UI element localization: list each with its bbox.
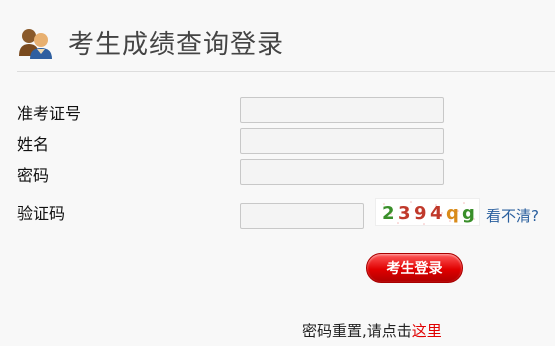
captcha-image[interactable]: 2394qg (375, 198, 480, 226)
password-reset-line: 密码重置,请点击这里 (302, 320, 442, 341)
captcha-char: 9 (414, 203, 427, 224)
refresh-captcha-link[interactable]: 看不清? (486, 205, 539, 226)
exam-id-label: 准考证号 (17, 104, 82, 123)
captcha-char: 2 (382, 203, 395, 224)
captcha-svg: 2394qg (382, 201, 475, 225)
captcha-input[interactable] (240, 203, 364, 229)
page-title: 考生成绩查询登录 (68, 30, 285, 60)
page-header: 考生成绩查询登录 (0, 0, 555, 72)
captcha-char: 4 (430, 203, 443, 224)
password-input[interactable] (240, 159, 444, 185)
name-label: 姓名 (17, 135, 50, 154)
captcha-char: q (446, 203, 459, 224)
password-label: 密码 (17, 166, 50, 185)
name-input[interactable] (240, 128, 444, 154)
captcha-char: 3 (398, 203, 411, 224)
reset-text: 密码重置,请点击 (302, 322, 412, 340)
login-button[interactable]: 考生登录 (366, 253, 463, 283)
reset-link[interactable]: 这里 (412, 322, 442, 340)
users-icon (17, 26, 53, 60)
divider (17, 71, 555, 72)
captcha-label: 验证码 (17, 204, 66, 223)
captcha-char: g (462, 203, 475, 224)
exam-id-input[interactable] (240, 97, 444, 123)
